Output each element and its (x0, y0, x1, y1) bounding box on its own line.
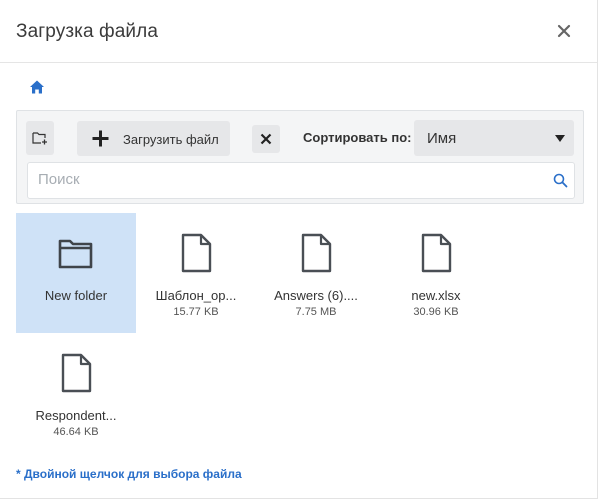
item-size: 15.77 KB (173, 306, 219, 318)
folder-icon (58, 239, 93, 269)
dialog-header: Загрузка файла (0, 0, 597, 63)
file-item[interactable]: Respondent... 46.64 KB (16, 333, 136, 453)
caret-down-icon (555, 135, 565, 142)
item-size: 30.96 KB (413, 306, 459, 318)
file-item[interactable]: Answers (6).... 7.75 MB (256, 213, 376, 333)
item-size: 46.64 KB (53, 426, 99, 438)
file-icon (181, 233, 212, 273)
toolbar-panel: Загрузить файл Сортировать по: Имя (16, 110, 584, 204)
item-name: Шаблон_ор... (155, 288, 237, 303)
search-icon[interactable] (553, 173, 568, 188)
dialog-title: Загрузка файла (16, 21, 158, 42)
upload-button-label: Загрузить файл (123, 132, 219, 147)
file-icon (301, 233, 332, 273)
search-box (27, 162, 575, 199)
home-icon (30, 80, 44, 94)
new-folder-button[interactable] (26, 121, 54, 155)
home-button[interactable] (29, 79, 45, 95)
close-icon (557, 24, 571, 38)
folder-item[interactable]: New folder (16, 213, 136, 333)
item-name: New folder (44, 288, 108, 303)
file-upload-dialog: Загрузка файла Загрузить файл Сортироват… (0, 0, 598, 499)
sort-selected-value: Имя (427, 130, 457, 147)
item-name: Respondent... (35, 408, 117, 423)
file-item[interactable]: Шаблон_ор... 15.77 KB (136, 213, 256, 333)
double-click-hint: * Двойной щелчок для выбора файла (16, 467, 242, 481)
new-folder-icon (32, 132, 47, 145)
item-name: Answers (6).... (274, 288, 358, 303)
clear-button[interactable] (252, 125, 280, 153)
item-size: 7.75 MB (295, 306, 337, 318)
file-item[interactable]: new.xlsx 30.96 KB (376, 213, 496, 333)
file-list: New folder Шаблон_ор... 15.77 KB Answers… (16, 213, 582, 453)
upload-file-button[interactable]: Загрузить файл (77, 121, 230, 156)
plus-icon (92, 130, 109, 147)
file-icon (61, 353, 92, 393)
close-button[interactable] (553, 20, 575, 42)
search-input[interactable] (38, 163, 538, 196)
sort-label: Сортировать по: (303, 130, 412, 145)
sort-select[interactable]: Имя (414, 120, 574, 156)
file-icon (421, 233, 452, 273)
close-icon (260, 133, 272, 145)
item-name: new.xlsx (411, 288, 461, 303)
